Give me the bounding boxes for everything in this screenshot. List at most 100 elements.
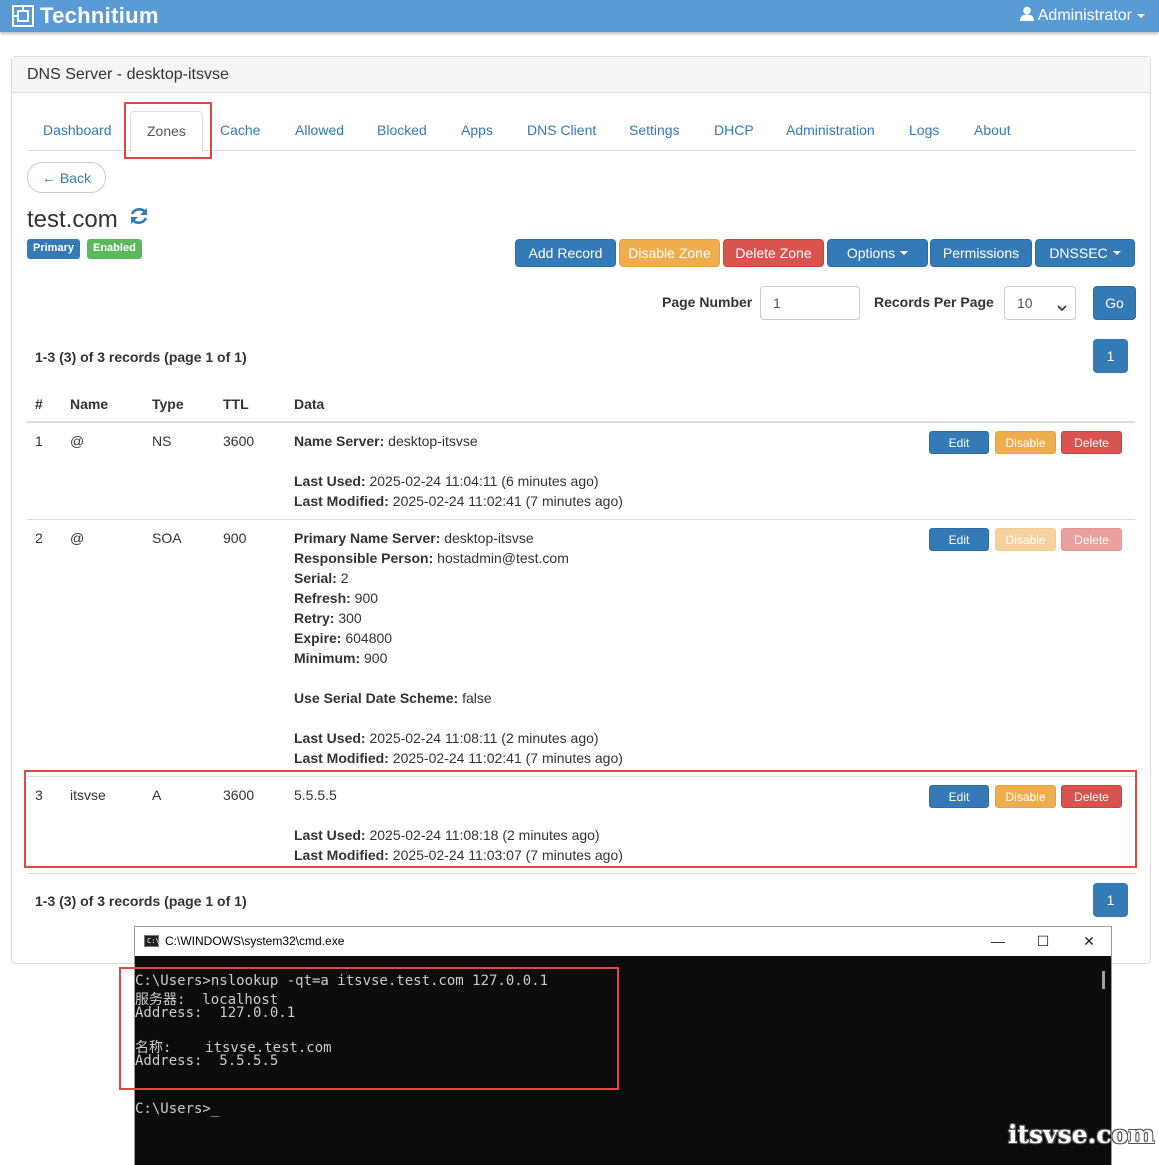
- record-data-line: Last Modified: 2025-02-24 11:02:41 (7 mi…: [294, 750, 623, 766]
- top-navbar: Technitium Administrator: [0, 0, 1159, 32]
- row-type: SOA: [152, 530, 182, 546]
- records-per-page-label: Records Per Page: [874, 294, 994, 310]
- row-ttl: 900: [223, 530, 247, 546]
- col-header-ttl: TTL: [223, 396, 249, 412]
- console-line: Address: 127.0.0.1: [135, 1005, 296, 1021]
- row-ttl: 3600: [223, 787, 255, 803]
- options-label: Options: [846, 245, 896, 261]
- pagination-page-top[interactable]: 1: [1093, 339, 1128, 373]
- records-per-page-value: 10: [1017, 295, 1033, 311]
- row-name: @: [70, 530, 85, 546]
- edit-record-button[interactable]: Edit: [929, 785, 989, 808]
- delete-zone-button[interactable]: Delete Zone: [723, 239, 824, 267]
- dnssec-label: DNSSEC: [1049, 245, 1108, 261]
- row-name: itsvse: [70, 787, 106, 803]
- edit-record-button[interactable]: Edit: [929, 528, 989, 551]
- record-data-line: Responsible Person: hostadmin@test.com: [294, 550, 569, 566]
- edit-record-button[interactable]: Edit: [929, 431, 989, 454]
- tab-apps[interactable]: Apps: [445, 111, 509, 151]
- disable-record-button[interactable]: Disable: [995, 785, 1056, 808]
- record-data-line: Primary Name Server: desktop-itsvse: [294, 530, 534, 546]
- console-line: C:\Users>nslookup -qt=a itsvse.test.com …: [135, 973, 549, 989]
- tab-allowed[interactable]: Allowed: [279, 111, 360, 151]
- delete-record-button: Delete: [1061, 528, 1122, 551]
- row-num: 3: [35, 787, 43, 803]
- add-record-button[interactable]: Add Record: [515, 239, 616, 267]
- row-num: 2: [35, 530, 43, 546]
- dns-server-panel: DNS Server - desktop-itsvse Dashboard Zo…: [11, 56, 1151, 964]
- close-icon[interactable]: ✕: [1069, 930, 1109, 952]
- disable-record-button[interactable]: Disable: [995, 431, 1056, 454]
- tab-dhcp[interactable]: DHCP: [698, 111, 770, 151]
- zone-title: test.com: [27, 205, 150, 234]
- disable-zone-button[interactable]: Disable Zone: [619, 239, 720, 267]
- minimize-icon[interactable]: —: [978, 930, 1018, 952]
- record-data-line: Last Used: 2025-02-24 11:08:18 (2 minute…: [294, 827, 600, 843]
- row-divider: [27, 519, 1135, 520]
- row-type: NS: [152, 433, 172, 449]
- caret-down-icon: [900, 251, 909, 255]
- col-header-name: Name: [70, 396, 109, 412]
- user-menu[interactable]: Administrator: [1019, 6, 1145, 26]
- records-per-page-select[interactable]: 10: [1004, 286, 1076, 320]
- brand[interactable]: Technitium: [12, 3, 159, 29]
- user-icon: [1019, 6, 1034, 26]
- dnssec-dropdown[interactable]: DNSSEC: [1035, 239, 1135, 267]
- col-header-type: Type: [152, 396, 184, 412]
- row-name: @: [70, 433, 85, 449]
- technitium-logo-icon: [12, 5, 34, 27]
- tab-blocked[interactable]: Blocked: [361, 111, 443, 151]
- cmd-console[interactable]: C:\Users>nslookup -qt=a itsvse.test.com …: [135, 956, 1111, 1165]
- tab-zones[interactable]: Zones: [130, 111, 203, 152]
- record-data-line: Refresh: 900: [294, 590, 379, 606]
- page-number-label: Page Number: [662, 294, 753, 310]
- tab-logs[interactable]: Logs: [893, 111, 955, 151]
- tab-settings[interactable]: Settings: [613, 111, 696, 151]
- record-data-line: Use Serial Date Scheme: false: [294, 690, 492, 706]
- row-type: A: [152, 787, 162, 803]
- cmd-window[interactable]: C:\ C:\WINDOWS\system32\cmd.exe — ☐ ✕ C:…: [134, 926, 1112, 1165]
- records-summary-bottom: 1-3 (3) of 3 records (page 1 of 1): [35, 893, 247, 909]
- refresh-icon[interactable]: [128, 205, 150, 234]
- disable-record-button: Disable: [995, 528, 1056, 551]
- cmd-title: C:\WINDOWS\system32\cmd.exe: [165, 934, 345, 948]
- permissions-button[interactable]: Permissions: [930, 239, 1032, 267]
- maximize-icon[interactable]: ☐: [1023, 930, 1063, 952]
- record-data-line: Serial: 2: [294, 570, 349, 586]
- caret-down-icon: [1137, 14, 1145, 18]
- back-button[interactable]: ← Back: [27, 162, 106, 193]
- records-summary-top: 1-3 (3) of 3 records (page 1 of 1): [35, 349, 247, 365]
- record-data-line: Last Modified: 2025-02-24 11:03:07 (7 mi…: [294, 847, 623, 863]
- tab-administration[interactable]: Administration: [770, 111, 891, 151]
- delete-record-button[interactable]: Delete: [1061, 431, 1122, 454]
- tab-dashboard[interactable]: Dashboard: [27, 111, 128, 151]
- caret-down-icon: [1112, 251, 1121, 255]
- col-header-num: #: [35, 396, 43, 412]
- row-divider: [27, 776, 1135, 777]
- record-data-line: Minimum: 900: [294, 650, 388, 666]
- row-ttl: 3600: [223, 433, 255, 449]
- chevron-down-icon: [1057, 299, 1067, 315]
- main-tabs: Dashboard Zones Cache Allowed Blocked Ap…: [27, 103, 1135, 152]
- options-dropdown[interactable]: Options: [827, 239, 928, 267]
- tab-dns-client[interactable]: DNS Client: [511, 111, 612, 151]
- pagination-page-bottom[interactable]: 1: [1093, 883, 1128, 917]
- record-data-line: Last Modified: 2025-02-24 11:02:41 (7 mi…: [294, 493, 623, 509]
- page-number-input[interactable]: 1: [760, 286, 860, 320]
- cmd-scrollbar[interactable]: [1102, 971, 1105, 989]
- record-data-line: Retry: 300: [294, 610, 362, 626]
- col-header-data: Data: [294, 396, 325, 412]
- record-data-line: Last Used: 2025-02-24 11:04:11 (6 minute…: [294, 473, 599, 489]
- table-header-divider: [27, 421, 1135, 423]
- tab-cache[interactable]: Cache: [204, 111, 276, 151]
- tab-about[interactable]: About: [958, 111, 1027, 151]
- go-button[interactable]: Go: [1093, 286, 1136, 320]
- site-watermark: itsvse.com: [1008, 1120, 1155, 1149]
- row-divider: [27, 873, 1135, 874]
- cmd-titlebar[interactable]: C:\ C:\WINDOWS\system32\cmd.exe — ☐ ✕: [135, 927, 1111, 956]
- panel-title: DNS Server - desktop-itsvse: [12, 57, 1150, 93]
- console-line: Address: 5.5.5.5: [135, 1053, 279, 1069]
- user-name: Administrator: [1037, 7, 1132, 24]
- delete-record-button[interactable]: Delete: [1061, 785, 1122, 808]
- zone-type-badge: Primary: [27, 239, 80, 259]
